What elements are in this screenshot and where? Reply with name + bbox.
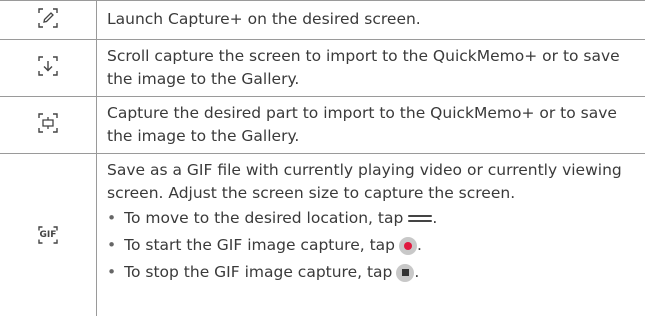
gif-description: Save as a GIF file with currently playin… [107,161,622,202]
row-description: Scroll capture the screen to import to t… [107,47,620,88]
bullet-text: To start the GIF image capture, tap [124,236,396,254]
icon-cell: GIF [0,154,97,316]
table-row: Capture the desired part to import to th… [0,96,645,153]
list-item: • To stop the GIF image capture, tap . [107,259,635,286]
table-row: Scroll capture the screen to import to t… [0,39,645,96]
bullet-dot: • [107,209,117,227]
gif-capture-icon: GIF [38,226,58,244]
record-button-icon [399,236,418,255]
edit-capture-icon [38,8,58,32]
icon-cell [0,97,97,153]
stop-button-icon [396,263,415,282]
capture-options-table: Launch Capture+ on the desired screen. S… [0,0,645,316]
bullet-dot: • [107,236,117,254]
bullet-text: To move to the desired location, tap [124,209,404,227]
partial-capture-icon [38,113,58,137]
scroll-capture-icon [38,56,58,80]
row-description: Launch Capture+ on the desired screen. [107,10,421,28]
move-handle-icon [406,215,433,222]
list-item: • To start the GIF image capture, tap . [107,232,635,259]
table-row: Launch Capture+ on the desired screen. [0,0,645,39]
row-description: Save as a GIF file with currently playin… [97,154,645,286]
icon-cell [0,40,97,96]
table-row: GIF Save as a GIF file with currently pl… [0,153,645,316]
bullet-text: To stop the GIF image capture, tap [124,263,393,281]
bullet-dot: • [107,263,117,281]
list-item: • To move to the desired location, tap . [107,205,635,232]
icon-cell [0,1,97,39]
row-description: Capture the desired part to import to th… [107,104,617,145]
